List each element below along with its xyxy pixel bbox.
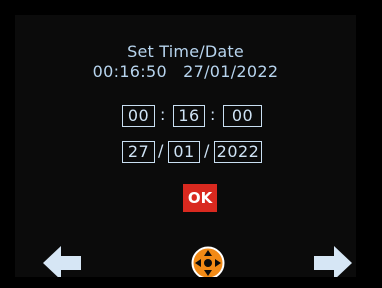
current-date: 27/01/2022: [183, 62, 279, 81]
date-separator: /: [204, 141, 210, 160]
device-bezel: Set Time/Date 00:16:50 27/01/2022 00 : 1…: [0, 0, 382, 288]
month-field[interactable]: 01: [168, 141, 200, 163]
year-field[interactable]: 2022: [214, 141, 262, 163]
time-separator: :: [160, 105, 166, 124]
date-separator: /: [158, 141, 164, 160]
arrow-left-icon: [43, 246, 81, 277]
day-field[interactable]: 27: [122, 141, 155, 163]
ok-button[interactable]: OK: [183, 184, 217, 212]
current-time: 00:16:50: [92, 62, 167, 81]
minutes-field[interactable]: 16: [173, 105, 205, 127]
display-screen: Set Time/Date 00:16:50 27/01/2022 00 : 1…: [15, 15, 356, 277]
time-separator: :: [210, 105, 216, 124]
arrow-right-icon: [314, 246, 352, 277]
current-datetime: 00:16:50 27/01/2022: [15, 62, 356, 81]
screen-title: Set Time/Date: [127, 42, 244, 61]
seconds-field[interactable]: 00: [223, 105, 262, 127]
directional-pad-icon: [191, 246, 225, 277]
navigation-pad-button[interactable]: [191, 246, 225, 277]
previous-button[interactable]: [41, 243, 83, 277]
next-button[interactable]: [312, 243, 354, 277]
hours-field[interactable]: 00: [122, 105, 155, 127]
